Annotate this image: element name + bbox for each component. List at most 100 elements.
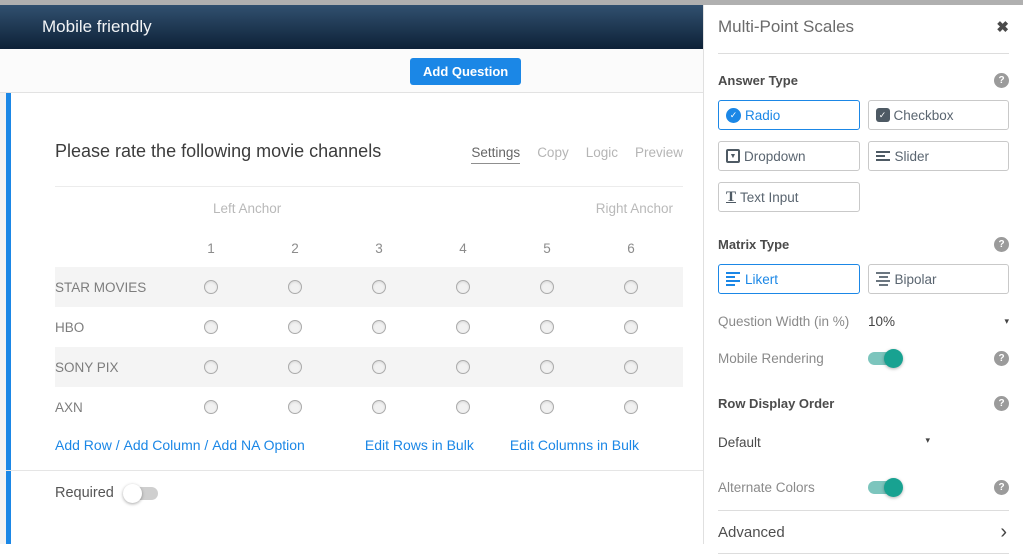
option-label: Text Input xyxy=(740,190,799,205)
radio-option[interactable] xyxy=(540,280,554,294)
chevron-right-icon: › xyxy=(1000,522,1007,542)
toolbar: Add Question xyxy=(0,49,703,93)
radio-option[interactable] xyxy=(624,360,638,374)
survey-title: Mobile friendly xyxy=(42,17,152,37)
right-anchor-label[interactable]: Right Anchor xyxy=(596,201,673,216)
radio-option[interactable] xyxy=(372,280,386,294)
close-icon[interactable]: ✖ xyxy=(996,18,1009,36)
radio-option[interactable] xyxy=(624,400,638,414)
radio-option[interactable] xyxy=(456,360,470,374)
required-row: Required xyxy=(55,485,683,501)
radio-option[interactable] xyxy=(204,280,218,294)
answer-type-dropdown-button[interactable]: ▼ Dropdown xyxy=(718,141,860,171)
option-label: Dropdown xyxy=(744,149,806,164)
required-toggle[interactable] xyxy=(124,487,158,500)
left-anchor-label[interactable]: Left Anchor xyxy=(213,201,281,216)
tab-preview[interactable]: Preview xyxy=(635,145,683,164)
help-icon[interactable]: ? xyxy=(994,396,1009,411)
help-icon[interactable]: ? xyxy=(994,237,1009,252)
answer-type-checkbox-button[interactable]: ✓ Checkbox xyxy=(868,100,1010,130)
panel-header-divider xyxy=(718,53,1009,54)
scale-points-header-row: 1 2 3 4 5 6 xyxy=(55,229,683,267)
row-label[interactable]: STAR MOVIES xyxy=(55,280,169,295)
help-icon[interactable]: ? xyxy=(994,73,1009,88)
add-question-button[interactable]: Add Question xyxy=(410,58,521,85)
matrix-row: SONY PIX xyxy=(55,347,683,387)
radio-option[interactable] xyxy=(204,400,218,414)
answer-type-slider-button[interactable]: Slider xyxy=(868,141,1010,171)
advanced-label: Advanced xyxy=(718,524,785,541)
anchor-labels-row: Left Anchor Right Anchor xyxy=(55,187,683,229)
radio-option[interactable] xyxy=(624,320,638,334)
add-row-link[interactable]: Add Row xyxy=(55,437,112,453)
answer-type-text-input-button[interactable]: T Text Input xyxy=(718,182,860,212)
required-divider xyxy=(6,470,703,471)
question-title[interactable]: Please rate the following movie channels xyxy=(55,141,381,162)
page: Mobile friendly Add Question Please rate… xyxy=(0,5,1023,544)
tab-copy[interactable]: Copy xyxy=(537,145,569,164)
survey-header-bar: Mobile friendly xyxy=(0,5,703,49)
radio-option[interactable] xyxy=(288,400,302,414)
likert-bars-icon xyxy=(726,272,741,286)
answer-type-radio-button[interactable]: ✓ Radio xyxy=(718,100,860,130)
option-label: Radio xyxy=(745,108,780,123)
scale-point-label: 1 xyxy=(169,241,253,256)
advanced-section-toggle[interactable]: Advanced › xyxy=(718,511,1009,553)
scale-point-label: 4 xyxy=(421,241,505,256)
option-label: Likert xyxy=(745,272,778,287)
radio-option[interactable] xyxy=(456,400,470,414)
caret-down-icon: ▾ xyxy=(925,435,930,450)
bipolar-bars-icon xyxy=(876,272,891,286)
help-icon[interactable]: ? xyxy=(994,351,1009,366)
question-width-value[interactable]: 10% xyxy=(868,314,895,329)
matrix-type-label: Matrix Type xyxy=(718,237,789,252)
radio-option[interactable] xyxy=(288,280,302,294)
radio-option[interactable] xyxy=(288,360,302,374)
edit-columns-in-bulk-link[interactable]: Edit Columns in Bulk xyxy=(510,437,639,453)
matrix-table: 1 2 3 4 5 6 STAR MOVIES xyxy=(55,229,683,427)
edit-rows-in-bulk-link[interactable]: Edit Rows in Bulk xyxy=(365,437,474,453)
row-display-order-select[interactable]: Default ▾ xyxy=(718,435,930,450)
mobile-rendering-toggle[interactable] xyxy=(868,352,902,365)
toggle-knob xyxy=(884,478,903,497)
matrix-type-options: Likert Bipolar xyxy=(718,264,1009,294)
radio-option[interactable] xyxy=(288,320,302,334)
matrix-type-likert-button[interactable]: Likert xyxy=(718,264,860,294)
radio-option[interactable] xyxy=(372,320,386,334)
row-label[interactable]: AXN xyxy=(55,400,169,415)
radio-option[interactable] xyxy=(372,400,386,414)
radio-option[interactable] xyxy=(204,320,218,334)
tab-logic[interactable]: Logic xyxy=(586,145,618,164)
option-label: Slider xyxy=(895,149,930,164)
matrix-row: STAR MOVIES xyxy=(55,267,683,307)
row-label[interactable]: SONY PIX xyxy=(55,360,169,375)
answer-type-label: Answer Type xyxy=(718,73,798,88)
answer-type-options: ✓ Radio ✓ Checkbox ▼ Dropdown Slider T T… xyxy=(718,100,1009,212)
alternate-colors-toggle[interactable] xyxy=(868,481,902,494)
radio-option[interactable] xyxy=(540,320,554,334)
settings-panel: Multi-Point Scales ✖ Answer Type ? ✓ Rad… xyxy=(703,5,1023,544)
caret-down-icon[interactable]: ▾ xyxy=(1004,316,1009,327)
radio-option[interactable] xyxy=(540,360,554,374)
checkbox-icon: ✓ xyxy=(876,108,890,122)
matrix-row: AXN xyxy=(55,387,683,427)
question-card: Please rate the following movie channels… xyxy=(6,93,703,544)
row-label[interactable]: HBO xyxy=(55,320,169,335)
add-column-link[interactable]: Add Column xyxy=(123,437,200,453)
tab-settings[interactable]: Settings xyxy=(471,145,520,164)
row-display-order-label: Row Display Order xyxy=(718,396,834,411)
add-na-option-link[interactable]: Add NA Option xyxy=(212,437,305,453)
radio-option[interactable] xyxy=(372,360,386,374)
radio-option[interactable] xyxy=(204,360,218,374)
radio-option[interactable] xyxy=(456,320,470,334)
radio-option[interactable] xyxy=(624,280,638,294)
question-width-label: Question Width (in %) xyxy=(718,314,868,329)
radio-option[interactable] xyxy=(456,280,470,294)
matrix-type-bipolar-button[interactable]: Bipolar xyxy=(868,264,1010,294)
help-icon[interactable]: ? xyxy=(994,480,1009,495)
scale-point-label: 2 xyxy=(253,241,337,256)
scale-point-label: 6 xyxy=(589,241,673,256)
survey-editor-area: Mobile friendly Add Question Please rate… xyxy=(0,5,703,544)
mobile-rendering-label: Mobile Rendering xyxy=(718,351,868,366)
radio-option[interactable] xyxy=(540,400,554,414)
